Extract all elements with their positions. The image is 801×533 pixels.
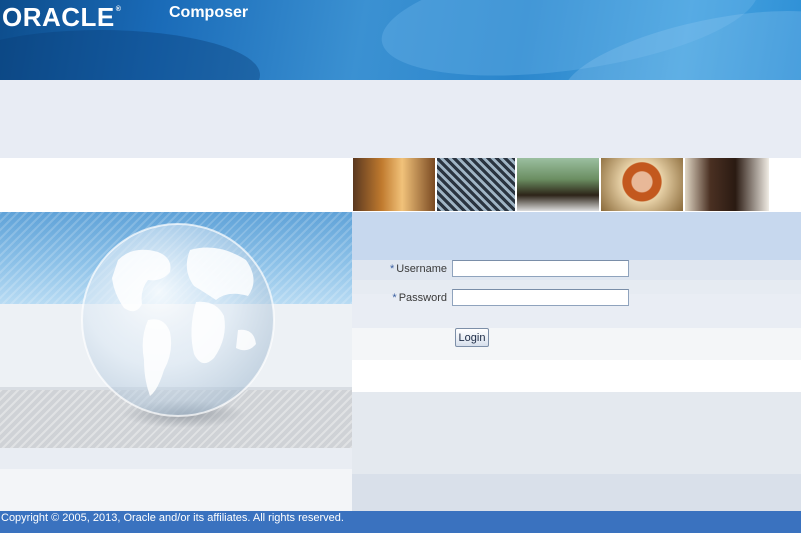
password-label: * Password	[347, 292, 447, 304]
login-panel: * Username * Password Login	[352, 212, 801, 511]
header-wave-decoration	[0, 30, 260, 80]
header-banner: ORACLE® Composer	[0, 0, 801, 80]
app-title: Composer	[169, 4, 249, 21]
computer-user-photo	[517, 158, 599, 211]
username-input[interactable]	[452, 260, 629, 277]
login-panel-band	[352, 328, 801, 360]
required-indicator: *	[392, 292, 397, 304]
oracle-logo-text: ORACLE	[2, 2, 115, 32]
oracle-logo: ORACLE®	[2, 2, 122, 33]
businessman-photo	[685, 158, 769, 211]
login-panel-band	[352, 360, 801, 392]
headset-agent-photo	[601, 158, 683, 211]
login-panel-band	[352, 474, 801, 511]
password-label-text: Password	[398, 292, 447, 304]
required-indicator: *	[389, 263, 395, 275]
copyright-text: Copyright © 2005, 2013, Oracle and/or it…	[1, 512, 344, 524]
globe-illustration-panel	[0, 212, 352, 448]
username-label-text: Username	[396, 263, 447, 275]
globe-icon	[81, 223, 275, 428]
left-bottom-panel	[0, 448, 352, 511]
top-band	[0, 80, 801, 158]
registered-mark: ®	[115, 6, 122, 13]
footer: Copyright © 2005, 2013, Oracle and/or it…	[0, 511, 801, 533]
login-button[interactable]: Login	[455, 328, 489, 347]
password-input[interactable]	[452, 289, 629, 306]
login-panel-band	[352, 212, 801, 260]
login-panel-band	[352, 392, 801, 474]
transmission-tower-photo	[437, 158, 515, 211]
left-bottom-strip	[0, 448, 352, 469]
team-discussion-photo	[353, 158, 435, 211]
username-label: * Username	[347, 263, 447, 275]
left-bottom-strip	[0, 469, 352, 511]
